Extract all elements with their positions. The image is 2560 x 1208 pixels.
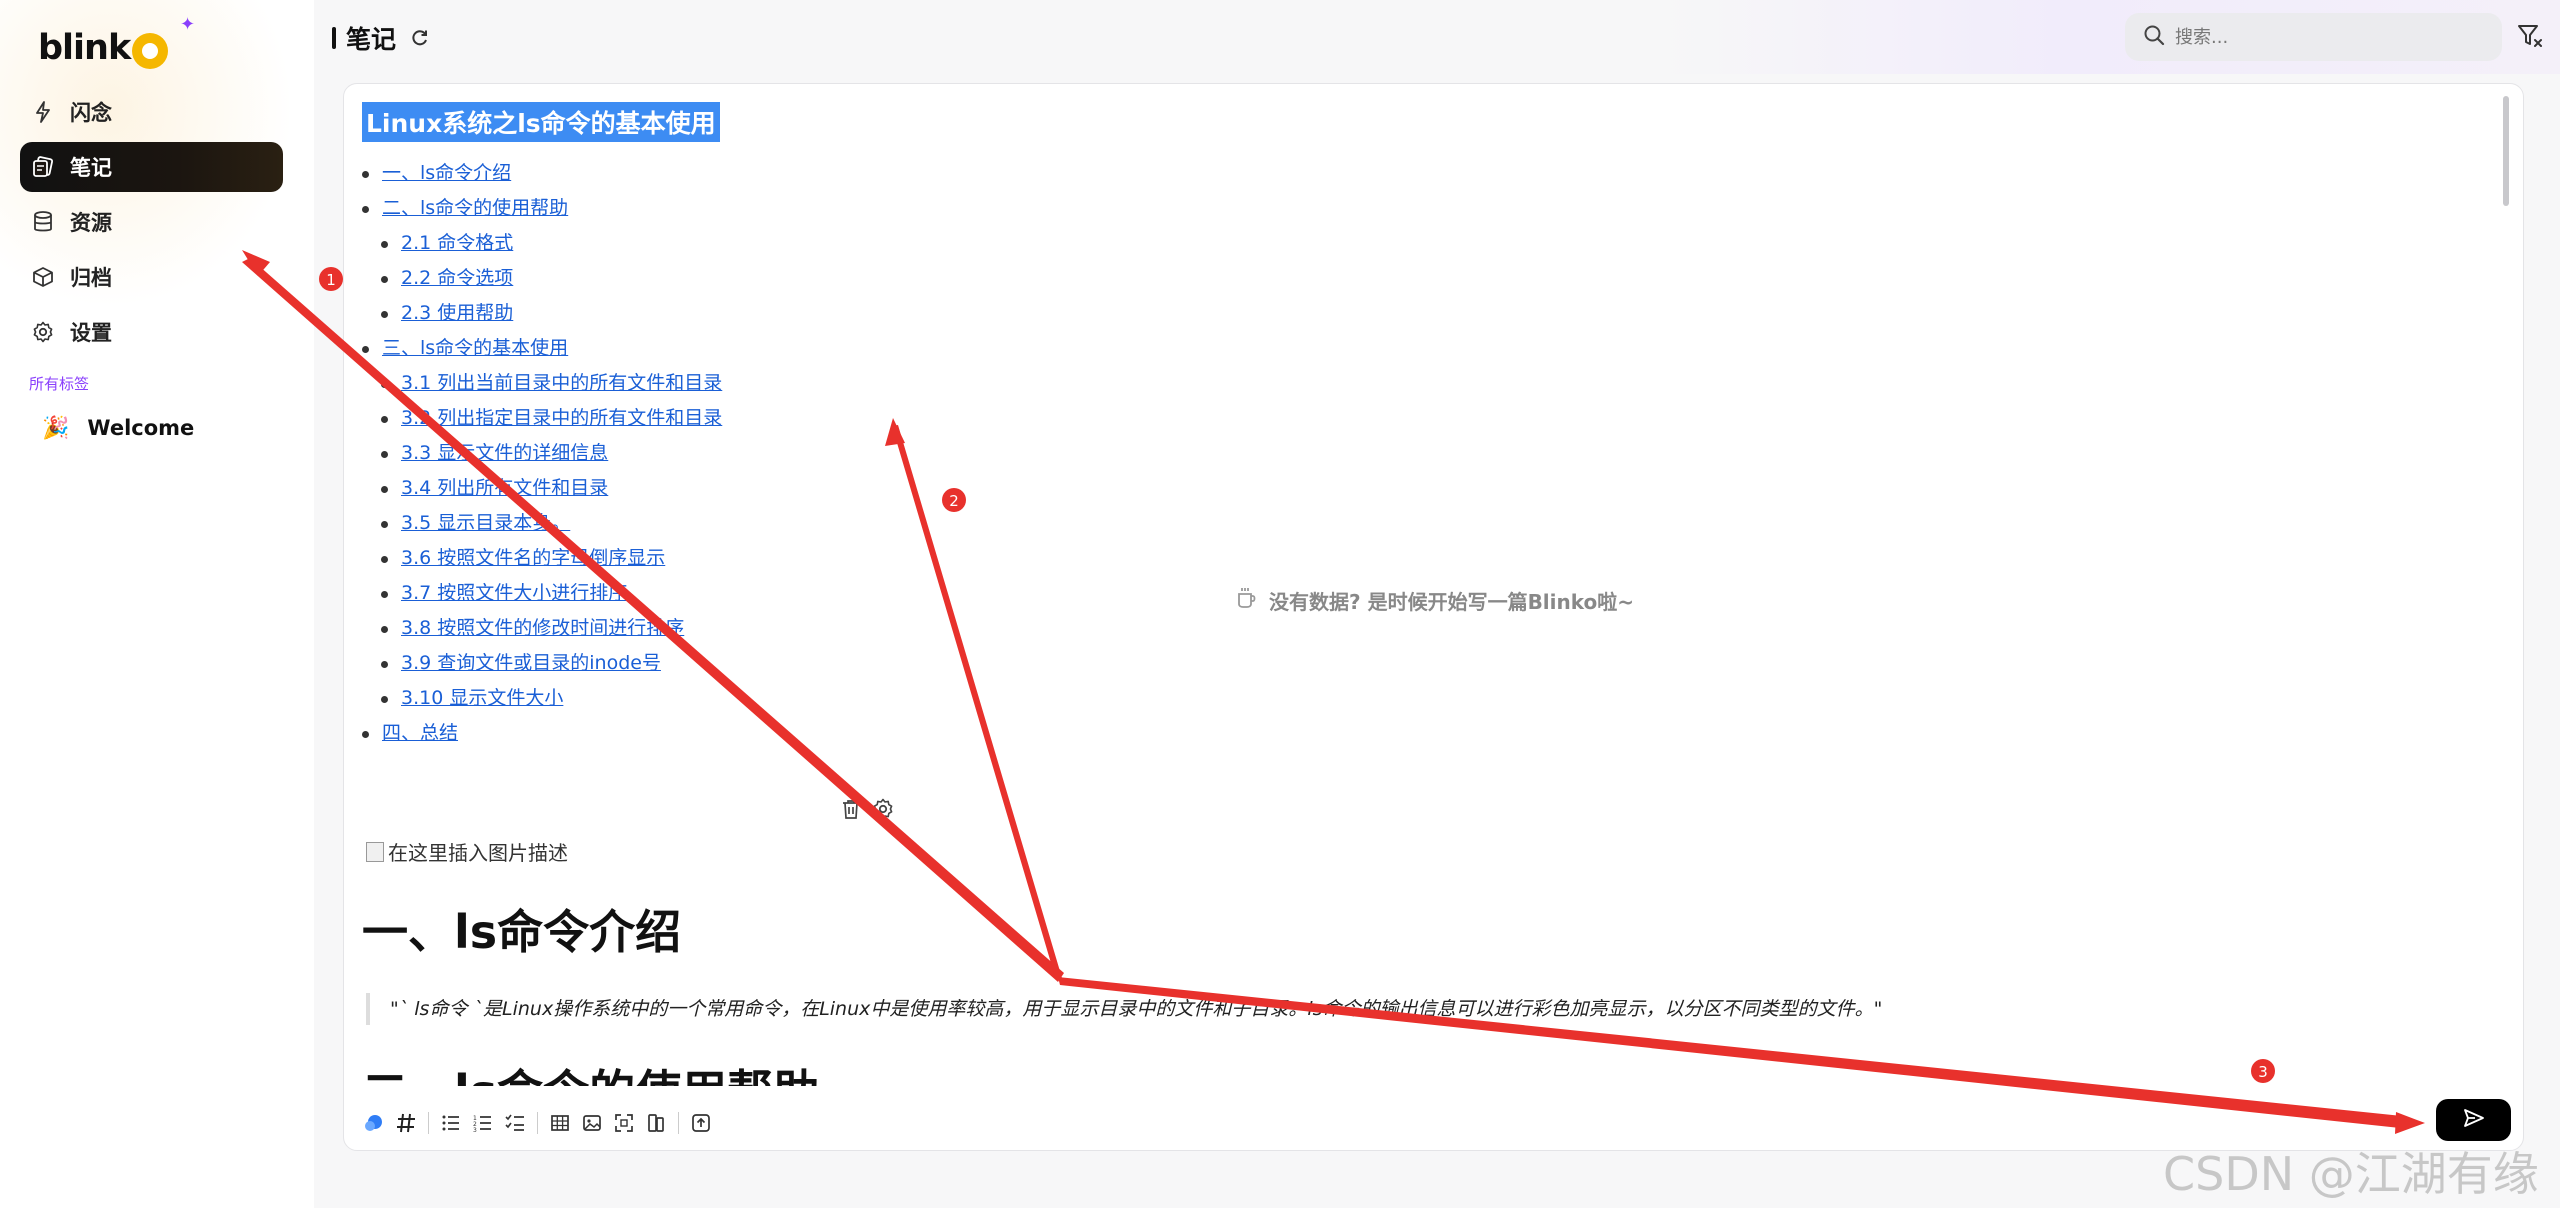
toolbar-divider: [537, 1112, 538, 1134]
svg-text:3: 3: [473, 1127, 477, 1133]
toc-link[interactable]: 3.1 列出当前目录中的所有文件和目录: [381, 366, 2502, 401]
ai-blob-icon[interactable]: [358, 1107, 390, 1139]
logo-o-mark: [132, 33, 169, 69]
note-editor[interactable]: Linux系统之ls命令的基本使用 一、ls命令介绍 二、ls命令的使用帮助 2.1…: [343, 83, 2524, 1151]
editor-toolbar: 123: [358, 1105, 717, 1141]
nav-label-settings: 设置: [70, 321, 112, 345]
page-title: 笔记: [332, 20, 430, 56]
nav-item-settings[interactable]: 设置: [20, 307, 283, 357]
nav-label-notes: 笔记: [70, 156, 112, 180]
section-heading-1: 一、ls命令介绍: [362, 905, 682, 959]
toc-link[interactable]: 3.6 按照文件名的字母倒序显示: [381, 541, 2502, 576]
toolbar-divider: [428, 1112, 429, 1134]
tag-label: Welcome: [87, 416, 195, 440]
toc-link[interactable]: 二、ls命令的使用帮助: [362, 191, 2502, 226]
filter-icon[interactable]: [2516, 22, 2544, 54]
section-heading-2: 二、ls命令的使用帮助: [362, 1056, 819, 1086]
toc-link[interactable]: 一、ls命令介绍: [362, 156, 2502, 191]
nav-item-resources[interactable]: 资源: [20, 197, 283, 247]
app-logo[interactable]: blink ✦: [38, 14, 195, 78]
empty-state-tip: 没有数据? 是时候开始写一篇Blinko啦~: [1235, 586, 1634, 615]
checklist-icon[interactable]: [499, 1107, 531, 1139]
send-button[interactable]: [2436, 1099, 2511, 1141]
image-settings-gear-icon[interactable]: [872, 798, 894, 824]
nav-item-archive[interactable]: 归档: [20, 252, 283, 302]
lightning-icon: [30, 99, 56, 125]
refresh-icon[interactable]: [410, 28, 430, 48]
toc-link[interactable]: 2.3 使用帮助: [381, 296, 2502, 331]
nav-item-notes[interactable]: 笔记: [20, 142, 283, 192]
split-view-icon[interactable]: [640, 1107, 672, 1139]
toc-link[interactable]: 3.3 显示文件的详细信息: [381, 436, 2502, 471]
search-box[interactable]: [2125, 13, 2502, 61]
hashtag-icon[interactable]: [390, 1107, 422, 1139]
toc-link[interactable]: 四、总结: [362, 716, 2502, 751]
toc-link[interactable]: 2.2 命令选项: [381, 261, 2502, 296]
coffee-cup-icon: [1235, 586, 1259, 615]
toc-link[interactable]: 3.5 显示目录本身。: [381, 506, 2502, 541]
nav-label-resources: 资源: [70, 211, 112, 235]
toc-link[interactable]: 3.4 列出所有文件和目录: [381, 471, 2502, 506]
nav-item-flash[interactable]: 闪念: [20, 87, 283, 137]
marker-label-1: 1: [326, 271, 336, 289]
toc-link[interactable]: 3.10 显示文件大小: [381, 681, 2502, 716]
table-of-contents: 一、ls命令介绍 二、ls命令的使用帮助 2.1 命令格式 2.2 命令选项 2.3 使…: [362, 156, 2502, 751]
archive-box-icon: [30, 264, 56, 290]
sidebar: blink ✦ 闪念 笔记 资源 归档 设置 所有标签 🎉 Welcome: [0, 0, 314, 1208]
image-tools: [840, 798, 894, 824]
nav-label-archive: 归档: [70, 266, 112, 290]
top-header: 笔记: [314, 0, 2560, 74]
toc-link[interactable]: 3.8 按照文件的修改时间进行排序: [381, 611, 2502, 646]
editor-scrollbar[interactable]: [2503, 96, 2509, 206]
broken-image[interactable]: 在这里插入图片描述: [366, 837, 568, 866]
send-icon: [2463, 1108, 2485, 1132]
search-input[interactable]: [2175, 26, 2475, 48]
toc-link[interactable]: 3.9 查询文件或目录的inode号: [381, 646, 2502, 681]
party-popper-icon: 🎉: [42, 415, 70, 441]
toolbar-divider: [678, 1112, 679, 1134]
bullet-list-icon[interactable]: [435, 1107, 467, 1139]
title-bar-accent: [332, 27, 336, 49]
image-alt-text: 在这里插入图片描述: [388, 841, 568, 865]
logo-text: blink: [38, 28, 131, 68]
table-icon[interactable]: [544, 1107, 576, 1139]
toc-link[interactable]: 2.1 命令格式: [381, 226, 2502, 261]
tag-item-welcome[interactable]: 🎉 Welcome: [42, 410, 194, 446]
toc-link[interactable]: 3.2 列出指定目录中的所有文件和目录: [381, 401, 2502, 436]
search-icon: [2143, 24, 2165, 50]
marker-circle-1: [319, 267, 343, 291]
notes-icon: [30, 154, 56, 180]
image-upload-icon[interactable]: [576, 1107, 608, 1139]
database-icon: [30, 209, 56, 235]
broken-image-icon: [366, 841, 384, 862]
trash-icon[interactable]: [840, 798, 862, 824]
ordered-list-icon[interactable]: 123: [467, 1107, 499, 1139]
blockquote: "` ls命令 `是Linux操作系统中的一个常用命令，在Linux中是使用率较…: [366, 993, 1966, 1025]
tags-section-title: 所有标签: [29, 375, 90, 393]
doc-title[interactable]: Linux系统之ls命令的基本使用: [362, 102, 720, 142]
toc-link[interactable]: 三、ls命令的基本使用: [362, 331, 2502, 366]
logo-sparkle-icon: ✦: [180, 14, 195, 35]
gear-icon: [30, 319, 56, 345]
empty-tip-text: 没有数据? 是时候开始写一篇Blinko啦~: [1269, 590, 1635, 614]
nav-label-flash: 闪念: [70, 101, 112, 125]
upload-file-icon[interactable]: [685, 1107, 717, 1139]
page-title-text: 笔记: [346, 25, 397, 54]
fullscreen-icon[interactable]: [608, 1107, 640, 1139]
watermark: CSDN @江湖有缘: [2163, 1147, 2539, 1201]
